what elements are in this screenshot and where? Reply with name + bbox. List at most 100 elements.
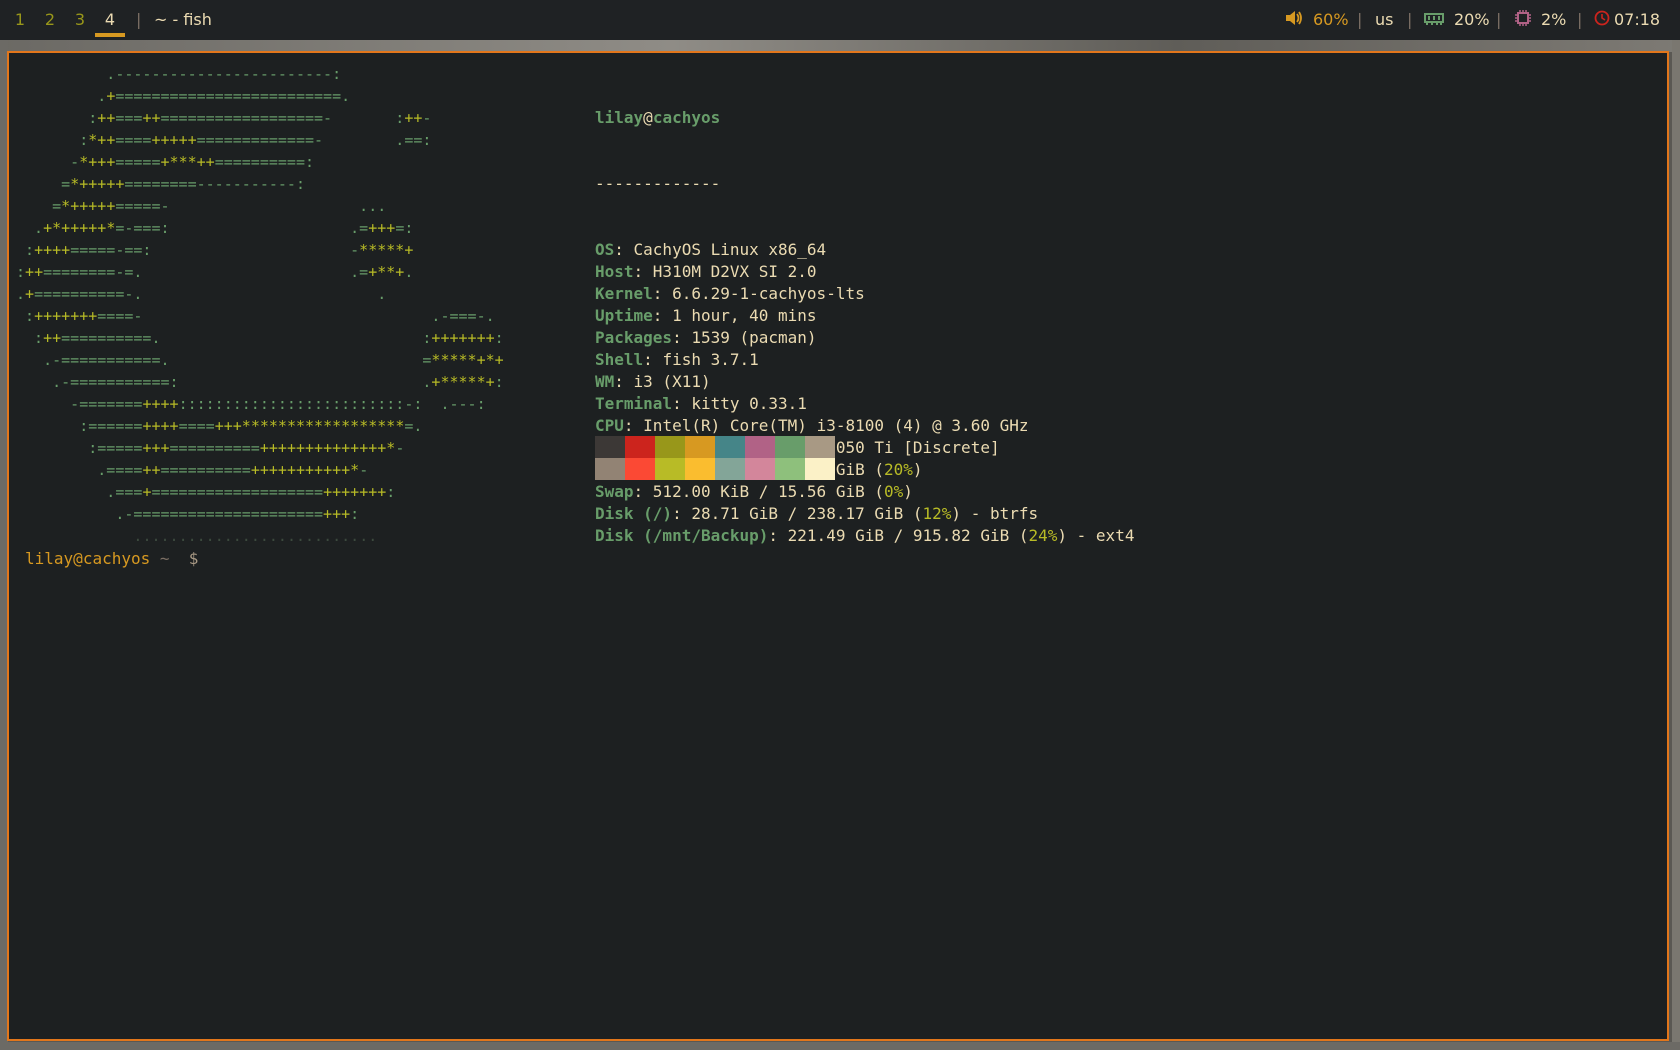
info-value: fish 3.7.1 — [662, 350, 759, 369]
logo-line: :=====+++==========++++++++++++++*- — [16, 439, 405, 457]
info-percent: 20% — [883, 460, 913, 479]
volume-indicator[interactable]: 60% — [1285, 0, 1349, 41]
info-value: 221.49 GiB / 915.82 GiB ( — [787, 526, 1029, 545]
logo-line: .-===========. =*****+*+ — [16, 351, 504, 369]
logo-line: =*+++++========-----------: — [16, 175, 305, 193]
info-key: Uptime — [595, 306, 653, 325]
info-row: Host: H310M D2VX SI 2.0 — [595, 262, 817, 281]
info-underline: ------------- — [595, 174, 721, 193]
palette-swatch — [625, 458, 655, 480]
info-value: Intel(R) Core(TM) i3-8100 (4) @ 3.60 GHz — [643, 416, 1029, 435]
info-row: Packages: 1539 (pacman) — [595, 328, 817, 347]
keyboard-layout[interactable]: us — [1375, 0, 1393, 40]
palette-swatch — [775, 458, 805, 480]
info-key: Kernel — [595, 284, 653, 303]
palette-swatch — [745, 458, 775, 480]
palette-swatch — [715, 436, 745, 458]
prompt-user: lilay — [25, 549, 74, 568]
bar-separator: | — [1577, 10, 1583, 29]
palette-swatch — [595, 458, 625, 480]
cpu-value: 2% — [1541, 10, 1567, 29]
info-value: kitty 0.33.1 — [691, 394, 807, 413]
palette-swatch — [715, 458, 745, 480]
bar-separator: | — [1496, 10, 1502, 29]
workspace-4-button[interactable]: 4 — [95, 0, 125, 40]
volume-value: 60% — [1313, 10, 1349, 29]
palette-swatch — [595, 436, 625, 458]
prompt-host: cachyos — [82, 549, 151, 568]
palette-swatch — [625, 436, 655, 458]
info-row: Swap: 512.00 KiB / 15.56 GiB (0%) — [595, 482, 913, 501]
palette-swatch — [655, 436, 685, 458]
palette-swatch — [805, 436, 835, 458]
memory-value: 20% — [1454, 10, 1490, 29]
window-title: ~ - fish — [154, 10, 212, 29]
logo-line: .-===========: .+*****+: — [16, 373, 504, 391]
logo-line: :======++++====+++******************=. — [16, 417, 423, 435]
workspace-3-button[interactable]: 3 — [65, 0, 95, 40]
info-value: i3 (X11) — [633, 372, 711, 391]
info-value: ) — [912, 460, 923, 479]
logo-line: =*+++++=====- ... — [16, 197, 387, 215]
workspace-1-button[interactable]: 1 — [5, 0, 35, 40]
info-value: ) — [903, 482, 913, 501]
cpu-chip-icon — [1515, 1, 1531, 41]
logo-line: -=======++++:::::::::::::::::::::::::-: … — [16, 395, 486, 413]
desktop-wallpaper-bottom — [0, 1042, 1680, 1050]
info-value: ) - ext4 — [1057, 526, 1135, 545]
palette-swatch — [685, 436, 715, 458]
clock-indicator[interactable]: 07:18 — [1594, 0, 1660, 41]
status-bar: 1 2 3 4 | ~ - fish 60% | us | 20% | 2% |… — [0, 0, 1680, 40]
info-host: cachyos — [652, 108, 721, 127]
info-row: WM: i3 (X11) — [595, 372, 711, 391]
info-percent: 12% — [922, 504, 952, 523]
info-value: 1 hour, 40 mins — [672, 306, 817, 325]
logo-line: .+==========-. . — [16, 285, 387, 303]
palette-swatch — [805, 458, 835, 480]
bar-separator: | — [136, 10, 142, 29]
cpu-indicator[interactable]: 2% — [1515, 0, 1566, 41]
palette-swatch — [745, 436, 775, 458]
info-at: @ — [643, 108, 653, 127]
logo-line: .====++==========+++++++++++*- — [16, 461, 369, 479]
info-value: 1539 (pacman) — [691, 328, 817, 347]
info-value: CachyOS Linux x86_64 — [633, 240, 827, 259]
workspace-2-button[interactable]: 2 — [35, 0, 65, 40]
info-key: Shell — [595, 350, 644, 369]
info-row: Terminal: kitty 0.33.1 — [595, 394, 807, 413]
terminal-window[interactable]: .------------------------: .+===========… — [7, 51, 1669, 1041]
info-row: Shell: fish 3.7.1 — [595, 350, 759, 369]
color-palette — [595, 436, 835, 480]
memory-indicator[interactable]: 20% — [1424, 0, 1490, 41]
logo-line: :++===++==================- :++- — [16, 109, 432, 127]
prompt-symbol: $ — [179, 549, 209, 568]
info-user: lilay — [595, 108, 644, 127]
bar-separator: | — [1407, 10, 1413, 29]
prompt-dir: ~ — [150, 549, 180, 568]
logo-line: :++++=====-==: -*****+ — [16, 241, 414, 259]
info-row: OS: CachyOS Linux x86_64 — [595, 240, 827, 259]
info-row: Uptime: 1 hour, 40 mins — [595, 306, 817, 325]
info-key: Disk (/mnt/Backup) — [595, 526, 769, 545]
fastfetch-info: lilay@cachyos ------------- OS: CachyOS … — [595, 63, 1134, 591]
palette-swatch — [775, 436, 805, 458]
info-value: 512.00 KiB / 15.56 GiB ( — [652, 482, 884, 501]
info-row: Disk (/mnt/Backup): 221.49 GiB / 915.82 … — [595, 526, 1135, 545]
logo-line: .-=====================+++: — [16, 505, 360, 523]
shell-prompt[interactable]: lilay@cachyos ~ $ — [25, 548, 209, 570]
info-value: 28.71 GiB / 238.17 GiB ( — [691, 504, 923, 523]
info-percent: 24% — [1028, 526, 1058, 545]
info-key: WM — [595, 372, 615, 391]
info-title: lilay@cachyos — [595, 107, 1134, 129]
logo-line: .------------------------: — [16, 65, 342, 83]
info-key: Host — [595, 262, 634, 281]
info-key: Disk (/) — [595, 504, 673, 523]
info-key: Packages — [595, 328, 673, 347]
palette-swatch — [685, 458, 715, 480]
palette-swatch — [655, 458, 685, 480]
prompt-at: @ — [73, 549, 83, 568]
info-row: Kernel: 6.6.29-1-cachyos-lts — [595, 284, 865, 303]
desktop-wallpaper-right — [1672, 40, 1680, 1050]
info-percent: 0% — [883, 482, 904, 501]
info-key: OS — [595, 240, 615, 259]
